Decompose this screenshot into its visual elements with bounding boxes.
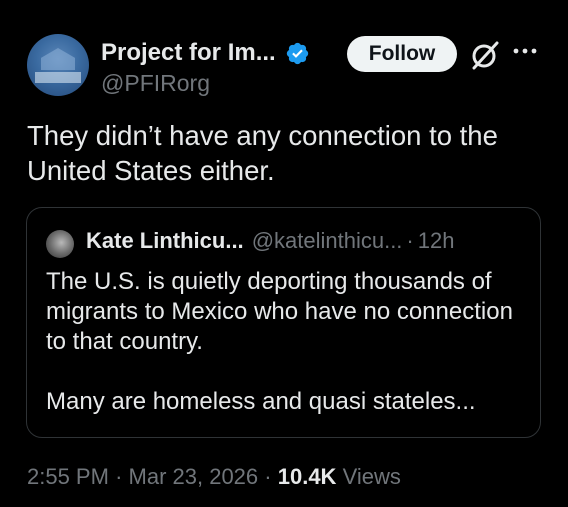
- author-display-name[interactable]: Project for Im...: [101, 39, 276, 67]
- meta-separator: ·: [115, 464, 123, 489]
- avatar-ribbon-shape: [35, 72, 81, 83]
- verified-badge-icon: [286, 42, 308, 64]
- tweet-meta: 2:55 PM · Mar 23, 2026 · 10.4K Views: [27, 464, 401, 490]
- author-handle[interactable]: @PFIRorg: [101, 70, 210, 97]
- follow-button[interactable]: Follow: [347, 36, 457, 72]
- quoted-paragraph: The U.S. is quietly deporting thousands …: [46, 268, 513, 355]
- quoted-paragraph: Many are homeless and quasi stateles...: [46, 388, 476, 415]
- more-icon[interactable]: [512, 46, 538, 56]
- quoted-author-handle: @katelinthicu...: [251, 228, 403, 253]
- quoted-separator: ·: [406, 228, 414, 253]
- views-count[interactable]: 10.4K: [278, 464, 337, 489]
- quoted-author-avatar: [46, 230, 74, 258]
- tweet-date[interactable]: Mar 23, 2026: [129, 464, 259, 489]
- author-name-row: Project for Im...: [101, 36, 310, 70]
- views-label: Views: [342, 464, 401, 489]
- grok-icon[interactable]: [469, 40, 501, 70]
- tweet-text: They didn’t have any connection to the U…: [27, 120, 498, 186]
- quoted-tweet-header: Kate Linthicu... @katelinthicu... · 12h: [86, 228, 454, 254]
- author-avatar[interactable]: [27, 34, 89, 96]
- meta-separator: ·: [264, 464, 272, 489]
- quoted-tweet-card[interactable]: Kate Linthicu... @katelinthicu... · 12h …: [26, 207, 541, 438]
- quoted-tweet-text: The U.S. is quietly deporting thousands …: [46, 267, 526, 417]
- tweet: Project for Im... @PFIRorg Follow They d…: [0, 0, 568, 507]
- tweet-time[interactable]: 2:55 PM: [27, 464, 109, 489]
- quoted-timestamp: 12h: [417, 228, 455, 253]
- quoted-author-name: Kate Linthicu...: [86, 228, 244, 253]
- avatar-house-shape: [41, 48, 75, 70]
